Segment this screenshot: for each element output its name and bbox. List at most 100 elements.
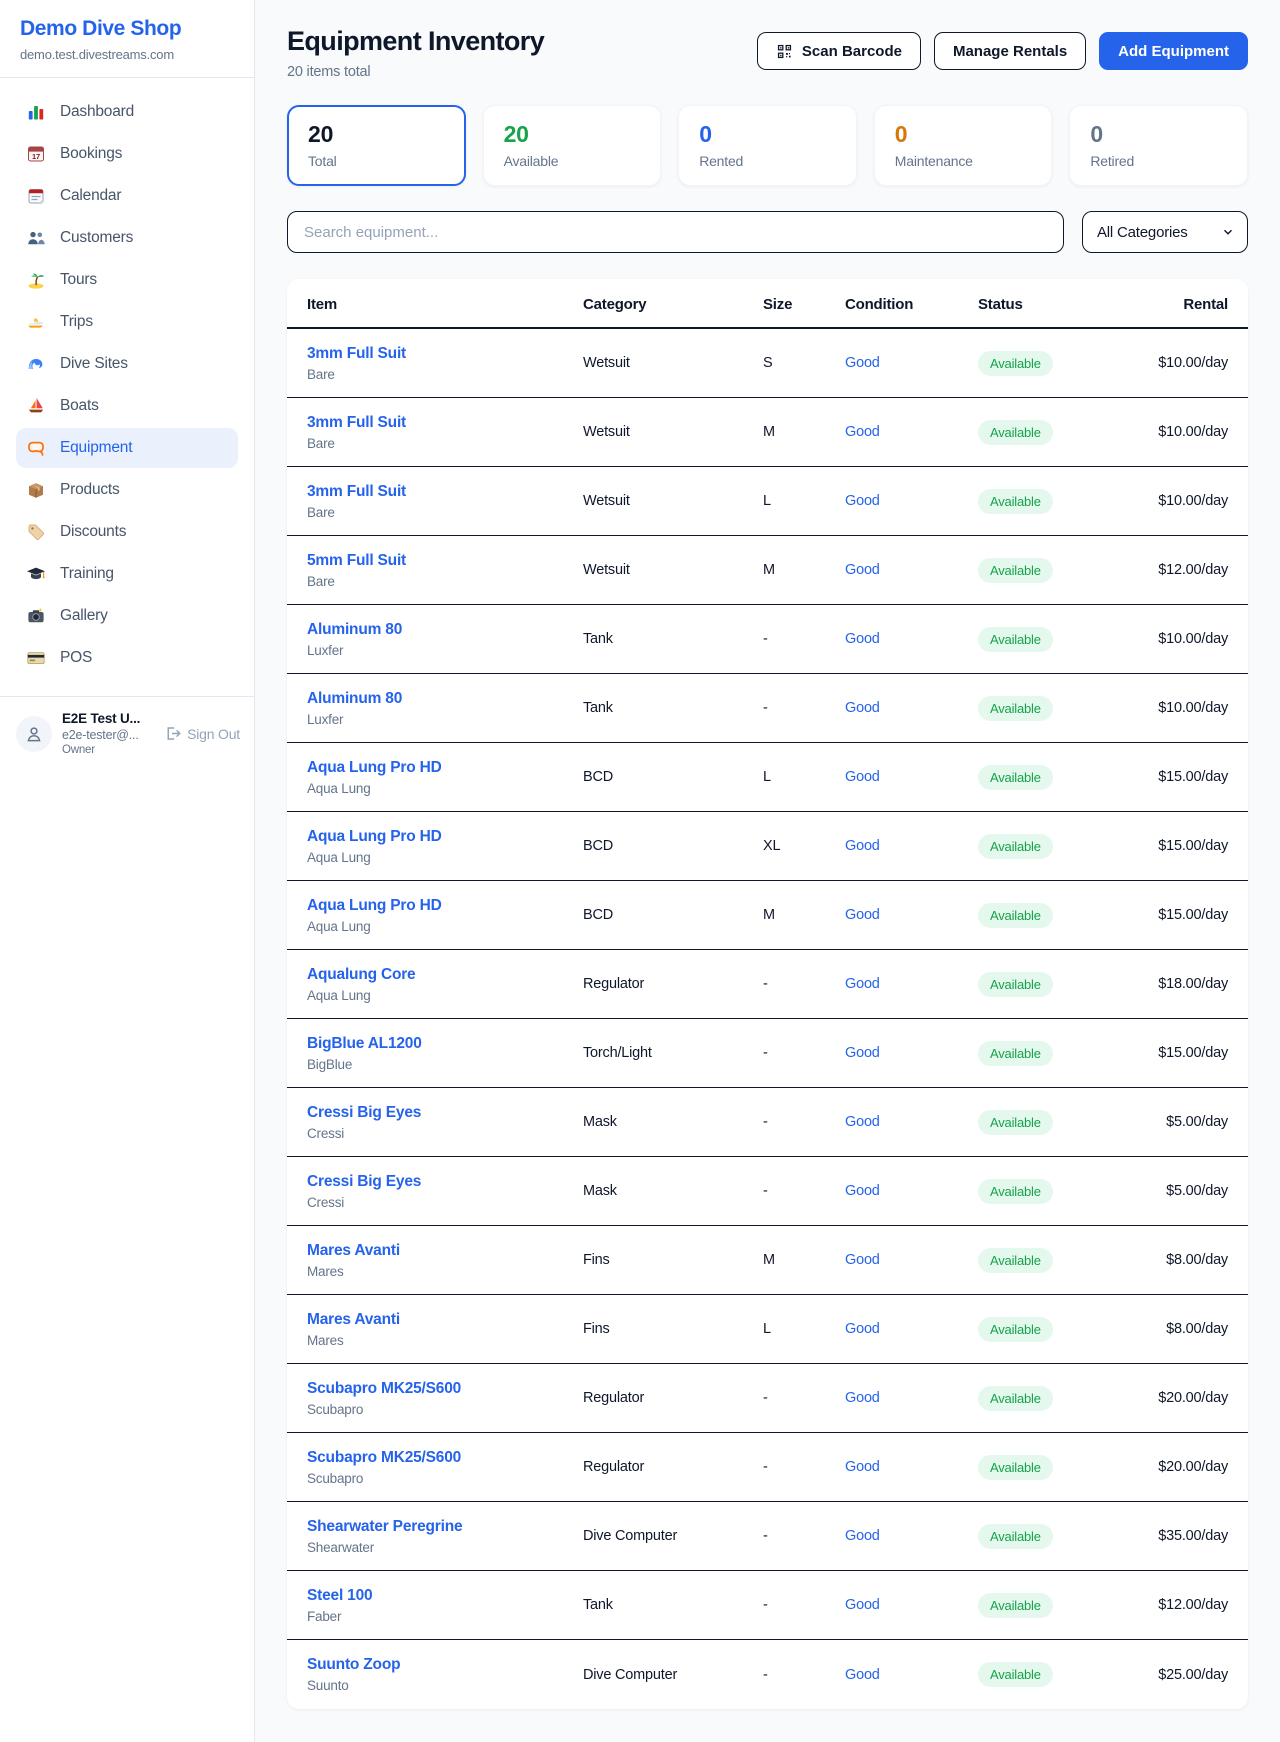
sidebar-item-products[interactable]: Products bbox=[16, 470, 238, 510]
item-name-link[interactable]: Cressi Big Eyes bbox=[307, 1173, 583, 1191]
sidebar-item-calendar[interactable]: Calendar bbox=[16, 176, 238, 216]
item-condition-link[interactable]: Good bbox=[845, 1252, 978, 1268]
sidebar-item-trips[interactable]: Trips bbox=[16, 302, 238, 342]
sidebar-item-gallery[interactable]: Gallery bbox=[16, 596, 238, 636]
sidebar-item-dashboard[interactable]: Dashboard bbox=[16, 92, 238, 132]
table-row[interactable]: Cressi Big EyesCressiMask-GoodAvailable$… bbox=[287, 1157, 1248, 1226]
item-category: Mask bbox=[583, 1183, 763, 1199]
table-row[interactable]: Mares AvantiMaresFinsMGoodAvailable$8.00… bbox=[287, 1226, 1248, 1295]
table-row[interactable]: 3mm Full SuitBareWetsuitSGoodAvailable$1… bbox=[287, 329, 1248, 398]
sidebar-item-boats[interactable]: Boats bbox=[16, 386, 238, 426]
table-row[interactable]: Aqua Lung Pro HDAqua LungBCDXLGoodAvaila… bbox=[287, 812, 1248, 881]
item-brand: Bare bbox=[307, 505, 583, 520]
item-name-link[interactable]: BigBlue AL1200 bbox=[307, 1035, 583, 1053]
item-condition-link[interactable]: Good bbox=[845, 976, 978, 992]
item-category: Wetsuit bbox=[583, 493, 763, 509]
item-condition-link[interactable]: Good bbox=[845, 1667, 978, 1683]
item-name-link[interactable]: Mares Avanti bbox=[307, 1242, 583, 1260]
table-row[interactable]: Aluminum 80LuxferTank-GoodAvailable$10.0… bbox=[287, 674, 1248, 743]
item-condition-link[interactable]: Good bbox=[845, 700, 978, 716]
item-name-link[interactable]: Suunto Zoop bbox=[307, 1656, 583, 1674]
sidebar-item-equipment[interactable]: Equipment bbox=[16, 428, 238, 468]
item-condition-link[interactable]: Good bbox=[845, 1045, 978, 1061]
stat-card-maintenance[interactable]: 0Maintenance bbox=[874, 105, 1053, 186]
table-row[interactable]: 3mm Full SuitBareWetsuitMGoodAvailable$1… bbox=[287, 398, 1248, 467]
sidebar-item-discounts[interactable]: Discounts bbox=[16, 512, 238, 552]
table-row[interactable]: BigBlue AL1200BigBlueTorch/Light-GoodAva… bbox=[287, 1019, 1248, 1088]
item-name-link[interactable]: Scubapro MK25/S600 bbox=[307, 1449, 583, 1467]
item-name-link[interactable]: Aluminum 80 bbox=[307, 621, 583, 639]
item-name-link[interactable]: Steel 100 bbox=[307, 1587, 583, 1605]
sidebar-item-label: POS bbox=[60, 649, 92, 667]
table-row[interactable]: Suunto ZoopSuuntoDive Computer-GoodAvail… bbox=[287, 1640, 1248, 1709]
item-name-link[interactable]: Aqua Lung Pro HD bbox=[307, 897, 583, 915]
item-category: Fins bbox=[583, 1252, 763, 1268]
item-condition-link[interactable]: Good bbox=[845, 424, 978, 440]
item-name-link[interactable]: Mares Avanti bbox=[307, 1311, 583, 1329]
table-row[interactable]: Scubapro MK25/S600ScubaproRegulator-Good… bbox=[287, 1433, 1248, 1502]
table-row[interactable]: Aluminum 80LuxferTank-GoodAvailable$10.0… bbox=[287, 605, 1248, 674]
table-row[interactable]: Steel 100FaberTank-GoodAvailable$12.00/d… bbox=[287, 1571, 1248, 1640]
item-condition-link[interactable]: Good bbox=[845, 1114, 978, 1130]
table-row[interactable]: 3mm Full SuitBareWetsuitLGoodAvailable$1… bbox=[287, 467, 1248, 536]
item-condition-link[interactable]: Good bbox=[845, 1459, 978, 1475]
page-header: Equipment Inventory 20 items total Scan … bbox=[287, 26, 1248, 80]
table-row[interactable]: 5mm Full SuitBareWetsuitMGoodAvailable$1… bbox=[287, 536, 1248, 605]
item-condition-link[interactable]: Good bbox=[845, 1321, 978, 1337]
item-name-link[interactable]: Aqualung Core bbox=[307, 966, 583, 984]
item-condition-link[interactable]: Good bbox=[845, 493, 978, 509]
item-condition-link[interactable]: Good bbox=[845, 1528, 978, 1544]
item-name-link[interactable]: Shearwater Peregrine bbox=[307, 1518, 583, 1536]
stat-value: 20 bbox=[504, 121, 641, 148]
search-input[interactable] bbox=[304, 224, 1047, 241]
manage-rentals-button[interactable]: Manage Rentals bbox=[934, 32, 1086, 70]
stat-card-retired[interactable]: 0Retired bbox=[1069, 105, 1248, 186]
item-condition-link[interactable]: Good bbox=[845, 1390, 978, 1406]
item-name-link[interactable]: 3mm Full Suit bbox=[307, 414, 583, 432]
item-size: - bbox=[763, 976, 845, 992]
item-name-link[interactable]: Cressi Big Eyes bbox=[307, 1104, 583, 1122]
item-size: - bbox=[763, 1390, 845, 1406]
item-condition-link[interactable]: Good bbox=[845, 631, 978, 647]
sign-out-button[interactable]: Sign Out bbox=[164, 725, 240, 742]
table-row[interactable]: Mares AvantiMaresFinsLGoodAvailable$8.00… bbox=[287, 1295, 1248, 1364]
table-row[interactable]: Cressi Big EyesCressiMask-GoodAvailable$… bbox=[287, 1088, 1248, 1157]
item-name-link[interactable]: Aqua Lung Pro HD bbox=[307, 828, 583, 846]
user-meta: E2E Test U... e2e-tester@... Owner bbox=[62, 711, 154, 756]
table-row[interactable]: Scubapro MK25/S600ScubaproRegulator-Good… bbox=[287, 1364, 1248, 1433]
item-size: M bbox=[763, 907, 845, 923]
sidebar-item-dive-sites[interactable]: Dive Sites bbox=[16, 344, 238, 384]
item-name-link[interactable]: 3mm Full Suit bbox=[307, 345, 583, 363]
sidebar-item-customers[interactable]: Customers bbox=[16, 218, 238, 258]
category-filter-select[interactable]: All Categories bbox=[1082, 211, 1248, 253]
item-condition-link[interactable]: Good bbox=[845, 1183, 978, 1199]
item-condition-link[interactable]: Good bbox=[845, 769, 978, 785]
sidebar-item-bookings[interactable]: 17Bookings bbox=[16, 134, 238, 174]
sign-out-icon bbox=[164, 725, 181, 742]
stat-card-rented[interactable]: 0Rented bbox=[678, 105, 857, 186]
sidebar-item-training[interactable]: Training bbox=[16, 554, 238, 594]
item-brand: Aqua Lung bbox=[307, 850, 583, 865]
item-condition-link[interactable]: Good bbox=[845, 907, 978, 923]
item-name-link[interactable]: Aluminum 80 bbox=[307, 690, 583, 708]
item-name-link[interactable]: Scubapro MK25/S600 bbox=[307, 1380, 583, 1398]
add-equipment-button[interactable]: Add Equipment bbox=[1099, 32, 1248, 70]
item-size: S bbox=[763, 355, 845, 371]
add-equipment-label: Add Equipment bbox=[1118, 43, 1229, 60]
item-name-link[interactable]: 5mm Full Suit bbox=[307, 552, 583, 570]
table-row[interactable]: Aqua Lung Pro HDAqua LungBCDMGoodAvailab… bbox=[287, 881, 1248, 950]
scan-barcode-button[interactable]: Scan Barcode bbox=[757, 32, 921, 70]
table-row[interactable]: Aqualung CoreAqua LungRegulator-GoodAvai… bbox=[287, 950, 1248, 1019]
item-condition-link[interactable]: Good bbox=[845, 355, 978, 371]
sidebar-item-pos[interactable]: POS bbox=[16, 638, 238, 678]
table-row[interactable]: Aqua Lung Pro HDAqua LungBCDLGoodAvailab… bbox=[287, 743, 1248, 812]
stat-card-total[interactable]: 20Total bbox=[287, 105, 466, 186]
stat-card-available[interactable]: 20Available bbox=[483, 105, 662, 186]
table-row[interactable]: Shearwater PeregrineShearwaterDive Compu… bbox=[287, 1502, 1248, 1571]
sidebar-item-tours[interactable]: Tours bbox=[16, 260, 238, 300]
item-name-link[interactable]: 3mm Full Suit bbox=[307, 483, 583, 501]
item-condition-link[interactable]: Good bbox=[845, 838, 978, 854]
item-condition-link[interactable]: Good bbox=[845, 1597, 978, 1613]
item-condition-link[interactable]: Good bbox=[845, 562, 978, 578]
item-name-link[interactable]: Aqua Lung Pro HD bbox=[307, 759, 583, 777]
